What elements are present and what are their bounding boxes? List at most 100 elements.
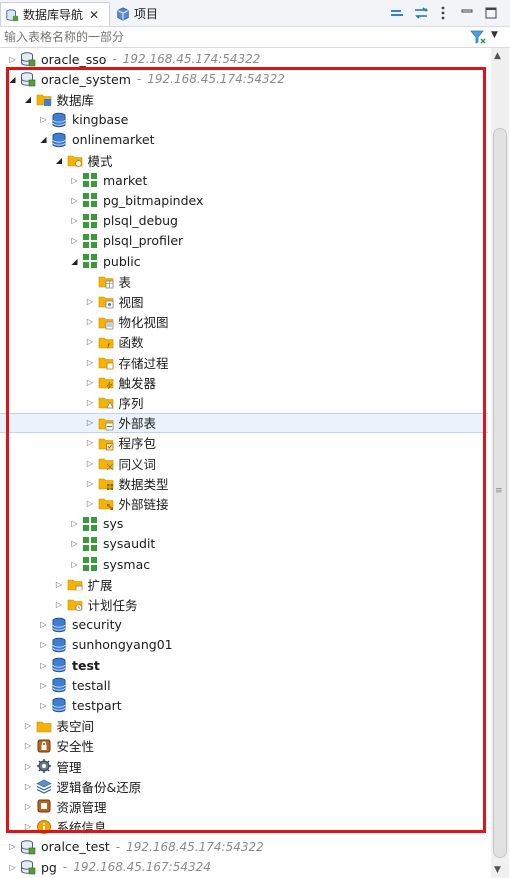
tree-node[interactable]: ▷ 表空间 <box>0 716 488 736</box>
tree-node[interactable]: ▷ 管理 <box>0 756 488 776</box>
tree-node[interactable]: ▷ security <box>0 615 488 635</box>
tree-node[interactable]: ▷ oralce_test -192.168.45.174:54322 <box>0 837 488 857</box>
collapsed-twistie-icon[interactable]: ▷ <box>24 741 33 751</box>
tree-node[interactable]: ▷ 序列 <box>0 392 488 412</box>
collapsed-twistie-icon[interactable]: ▷ <box>70 519 79 529</box>
collapsed-twistie-icon[interactable]: ▷ <box>24 822 33 832</box>
collapsed-twistie-icon[interactable]: ▷ <box>55 579 64 589</box>
collapsed-twistie-icon[interactable]: ▷ <box>24 761 33 771</box>
collapsed-twistie-icon[interactable]: ▷ <box>86 478 95 488</box>
tree-node[interactable]: ▷ 物化视图 <box>0 312 488 332</box>
maximize-icon[interactable] <box>482 4 500 22</box>
tree-node[interactable]: ▷ 逻辑备份&还原 <box>0 776 488 796</box>
tree-node[interactable]: ▷ f 函数 <box>0 332 488 352</box>
scroll-down-icon[interactable]: ▼ <box>494 865 501 875</box>
tree-node[interactable]: ▷ testpart <box>0 695 488 715</box>
collapsed-twistie-icon[interactable]: ▷ <box>86 337 95 347</box>
tree-node[interactable]: ▷ 同义词 <box>0 453 488 473</box>
collapsed-twistie-icon[interactable]: ▷ <box>24 781 33 791</box>
tree-node[interactable]: ▷ 安全性 <box>0 736 488 756</box>
tab-project[interactable]: 项目 <box>112 2 158 25</box>
tree-node[interactable]: ▷ 数据类型 <box>0 473 488 493</box>
tree-node[interactable]: ▷ 视图 <box>0 291 488 311</box>
scroll-up-icon[interactable]: ▲ <box>494 51 501 61</box>
tree-node[interactable]: ◢ oracle_system -192.168.45.174:54322 <box>0 69 488 89</box>
tree-node[interactable]: ▷ plsql_profiler <box>0 231 488 251</box>
tree-node[interactable]: ▷ 资源管理 <box>0 796 488 816</box>
collapsed-twistie-icon[interactable]: ▷ <box>86 296 95 306</box>
tree-node[interactable]: ▷ test <box>0 655 488 675</box>
expanded-twistie-icon[interactable]: ◢ <box>39 135 48 145</box>
collapsed-twistie-icon[interactable]: ▷ <box>8 842 17 852</box>
collapsed-twistie-icon[interactable]: ▷ <box>55 599 64 609</box>
collapsed-twistie-icon[interactable]: ▷ <box>24 721 33 731</box>
tree-node[interactable]: ▷ oracle_sso -192.168.45.174:54322 <box>0 49 488 69</box>
tree-node[interactable]: ◢ 模式 <box>0 150 488 170</box>
tab-database-navigator[interactable]: 数据库导航 ✕ <box>0 2 110 26</box>
tree-node[interactable]: ▷ kingbase <box>0 110 488 130</box>
tree-node[interactable]: ▷ 计划任务 <box>0 594 488 614</box>
collapsed-twistie-icon[interactable]: ▷ <box>39 115 48 125</box>
tree-node[interactable]: ▷ pg -192.168.45.167:54324 <box>0 857 488 877</box>
collapsed-twistie-icon[interactable]: ▷ <box>86 418 95 428</box>
expanded-twistie-icon[interactable]: ◢ <box>8 74 17 84</box>
collapsed-twistie-icon[interactable]: ▷ <box>39 700 48 710</box>
collapsed-twistie-icon[interactable]: ▷ <box>70 539 79 549</box>
collapsed-twistie-icon[interactable]: ▷ <box>70 216 79 226</box>
collapse-all-icon[interactable] <box>388 4 406 22</box>
collapsed-twistie-icon[interactable]: ▷ <box>86 438 95 448</box>
collapsed-twistie-icon[interactable]: ▷ <box>39 620 48 630</box>
expanded-twistie-icon[interactable]: ◢ <box>55 155 64 165</box>
tree-node[interactable]: ▷ 程序包 <box>0 433 488 453</box>
tree-node[interactable]: ▷ 存储过程 <box>0 352 488 372</box>
tree-node-label: plsql_debug <box>103 213 178 229</box>
address-separator: - <box>136 72 142 87</box>
minimize-icon[interactable] <box>458 4 476 22</box>
tree-node[interactable]: 表 <box>0 271 488 291</box>
collapsed-twistie-icon[interactable]: ▷ <box>86 498 95 508</box>
collapsed-twistie-icon[interactable]: ▷ <box>24 801 33 811</box>
tree-node[interactable]: ◢ public <box>0 251 488 271</box>
collapsed-twistie-icon[interactable]: ▷ <box>8 862 17 872</box>
collapsed-twistie-icon[interactable]: ▷ <box>86 458 95 468</box>
collapsed-twistie-icon[interactable]: ▷ <box>8 54 17 64</box>
tree-node[interactable]: ▷ 外部链接 <box>0 493 488 513</box>
close-icon[interactable]: ✕ <box>89 8 99 22</box>
link-with-editor-icon[interactable] <box>412 4 430 22</box>
tree-node[interactable]: ▷ 扩展 <box>0 574 488 594</box>
tree-node-label: oralce_test <box>41 839 110 855</box>
tree-node[interactable]: ▷ sysmac <box>0 554 488 574</box>
tree-node[interactable]: ▷ pg_bitmapindex <box>0 190 488 210</box>
collapsed-twistie-icon[interactable]: ▷ <box>39 660 48 670</box>
schema-icon <box>83 516 97 531</box>
tree-node[interactable]: ▷ plsql_debug <box>0 211 488 231</box>
collapsed-twistie-icon[interactable]: ▷ <box>70 175 79 185</box>
collapsed-twistie-icon[interactable]: ▷ <box>70 559 79 569</box>
tree-node[interactable]: ▷ sys <box>0 514 488 534</box>
collapsed-twistie-icon[interactable]: ▷ <box>86 377 95 387</box>
table-name-filter-input[interactable] <box>4 28 459 45</box>
tree-node[interactable]: ▷ 系统信息 <box>0 817 488 837</box>
collapsed-twistie-icon[interactable]: ▷ <box>70 236 79 246</box>
tree-node[interactable]: ▷ market <box>0 170 488 190</box>
collapsed-twistie-icon[interactable]: ▷ <box>86 317 95 327</box>
collapsed-twistie-icon[interactable]: ▷ <box>86 397 95 407</box>
tree-node[interactable]: ▷ sysaudit <box>0 534 488 554</box>
filter-funnel-icon[interactable] <box>470 29 486 45</box>
tree-node[interactable]: ▷ 外部表 <box>0 412 488 433</box>
collapsed-twistie-icon[interactable]: ▷ <box>39 640 48 650</box>
collapsed-twistie-icon[interactable]: ▷ <box>86 357 95 367</box>
tree-node[interactable]: ◢ 数据库 <box>0 89 488 109</box>
tree-node[interactable]: ▷ 触发器 <box>0 372 488 392</box>
chevron-down-icon[interactable]: ▼ <box>491 30 498 40</box>
expanded-twistie-icon[interactable]: ◢ <box>24 94 33 104</box>
vertical-scrollbar[interactable]: ▲ ≡ ▼ <box>491 48 509 878</box>
collapsed-twistie-icon[interactable]: ▷ <box>70 195 79 205</box>
expanded-twistie-icon[interactable]: ◢ <box>70 256 79 266</box>
tree-node-label: testpart <box>72 697 122 713</box>
tree-node[interactable]: ▷ testall <box>0 675 488 695</box>
tree-node[interactable]: ◢ onlinemarket <box>0 130 488 150</box>
tree-node[interactable]: ▷ sunhongyang01 <box>0 635 488 655</box>
view-menu-icon[interactable] <box>434 4 452 22</box>
collapsed-twistie-icon[interactable]: ▷ <box>39 680 48 690</box>
